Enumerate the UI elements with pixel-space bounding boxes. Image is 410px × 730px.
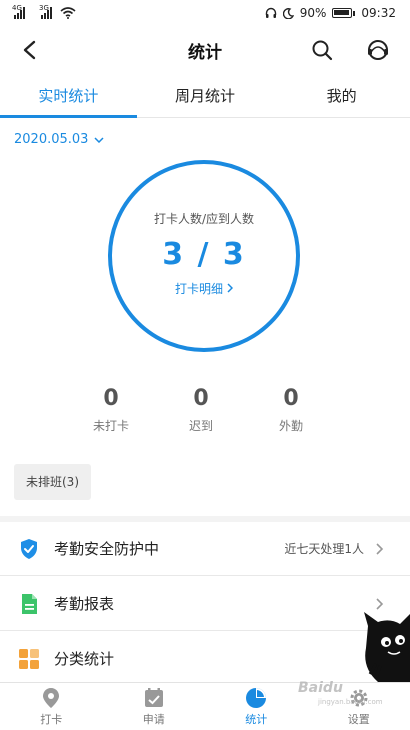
- battery-percent: 90%: [299, 6, 327, 20]
- moon-icon: [282, 7, 294, 19]
- bottom-nav-apply[interactable]: 申请: [103, 683, 206, 730]
- menu-item-label: 分类统计: [54, 650, 115, 668]
- bottom-nav-stats[interactable]: 统计: [205, 683, 308, 730]
- chevron-right-icon: [376, 597, 388, 610]
- back-button[interactable]: [16, 36, 44, 64]
- clock: 09:32: [361, 6, 396, 20]
- signal-2-label: 3G: [39, 4, 49, 12]
- page-title: 统计: [188, 42, 222, 63]
- tab-weekly-monthly-stats[interactable]: 周月统计: [137, 78, 274, 117]
- pie-chart-icon: [246, 687, 267, 708]
- stat-label: 未打卡: [92, 419, 129, 433]
- attendance-ring-label: 打卡人数/应到人数: [153, 211, 255, 226]
- tab-bar: 实时统计 周月统计 我的: [0, 78, 410, 118]
- status-bar: 4G 3G 90% 09:32: [0, 0, 410, 26]
- attendance-ring: 打卡人数/应到人数 3 / 3 打卡明细: [108, 160, 300, 352]
- status-left: 4G 3G: [12, 4, 76, 19]
- bottom-nav-label: 打卡: [40, 712, 63, 726]
- stats-row: 0 未打卡 0 迟到 0 外勤: [0, 386, 410, 440]
- date-value: 2020.05.03: [14, 132, 89, 147]
- stat-value: 0: [193, 386, 209, 411]
- stat-value: 0: [103, 386, 119, 411]
- menu-item-category-stats[interactable]: 分类统计: [0, 632, 410, 686]
- signal-1-icon: 4G: [12, 4, 25, 19]
- date-picker[interactable]: 2020.05.03: [14, 132, 104, 147]
- menu-item-attendance-report[interactable]: 考勤报表: [0, 577, 410, 631]
- stat-label: 外勤: [278, 419, 303, 433]
- watermark-url: jingyan.baidu.com: [318, 698, 383, 706]
- watermark-logo: Baidu: [298, 680, 343, 696]
- bottom-nav-checkin[interactable]: 打卡: [0, 683, 103, 730]
- stat-not-checked-in[interactable]: 0 未打卡: [81, 386, 141, 434]
- stat-late[interactable]: 0 迟到: [171, 386, 231, 434]
- bottom-nav-label: 统计: [245, 712, 268, 726]
- customer-service-icon: [368, 40, 388, 60]
- bottom-nav-label: 设置: [347, 712, 370, 726]
- stat-field-work[interactable]: 0 外勤: [261, 386, 321, 434]
- chevron-down-icon: [94, 136, 104, 143]
- wifi-icon: [60, 7, 76, 19]
- bottom-nav: 打卡 申请 统计 设置: [0, 682, 410, 730]
- customer-service-button[interactable]: [364, 36, 392, 64]
- search-button[interactable]: [308, 36, 336, 64]
- battery-icon: [332, 8, 356, 18]
- stat-label: 迟到: [188, 419, 213, 433]
- location-pin-icon: [43, 687, 60, 708]
- menu-item-security-protection[interactable]: 考勤安全防护中 近七天处理1人: [0, 522, 410, 576]
- checkin-details-label: 打卡明细: [174, 281, 223, 296]
- menu-item-label: 考勤报表: [54, 595, 115, 613]
- signal-1-label: 4G: [12, 4, 22, 12]
- stat-value: 0: [283, 386, 299, 411]
- signal-2-icon: 3G: [39, 4, 52, 19]
- report-document-icon: [18, 593, 40, 615]
- unscheduled-chip[interactable]: 未排班(3): [14, 464, 91, 500]
- headphones-icon: [265, 7, 276, 18]
- attendance-ring-value: 3 / 3: [162, 236, 246, 272]
- nav-bar: 统计: [0, 26, 410, 74]
- checkin-details-link[interactable]: 打卡明细: [175, 280, 233, 297]
- menu-item-detail: 近七天处理1人: [284, 542, 364, 556]
- search-icon: [312, 40, 333, 61]
- shield-check-icon: [18, 538, 40, 560]
- tab-realtime-stats[interactable]: 实时统计: [0, 78, 137, 118]
- tab-mine[interactable]: 我的: [273, 78, 410, 117]
- calendar-check-icon: [144, 687, 163, 707]
- category-grid-icon: [18, 648, 40, 670]
- back-arrow-icon: [23, 40, 36, 60]
- cat-sticker-icon: [364, 612, 410, 682]
- bottom-nav-label: 申请: [142, 712, 165, 726]
- status-right: 90% 09:32: [265, 6, 396, 20]
- chevron-right-icon: [376, 542, 388, 555]
- menu-item-label: 考勤安全防护中: [54, 540, 160, 558]
- chevron-right-icon: [227, 283, 233, 293]
